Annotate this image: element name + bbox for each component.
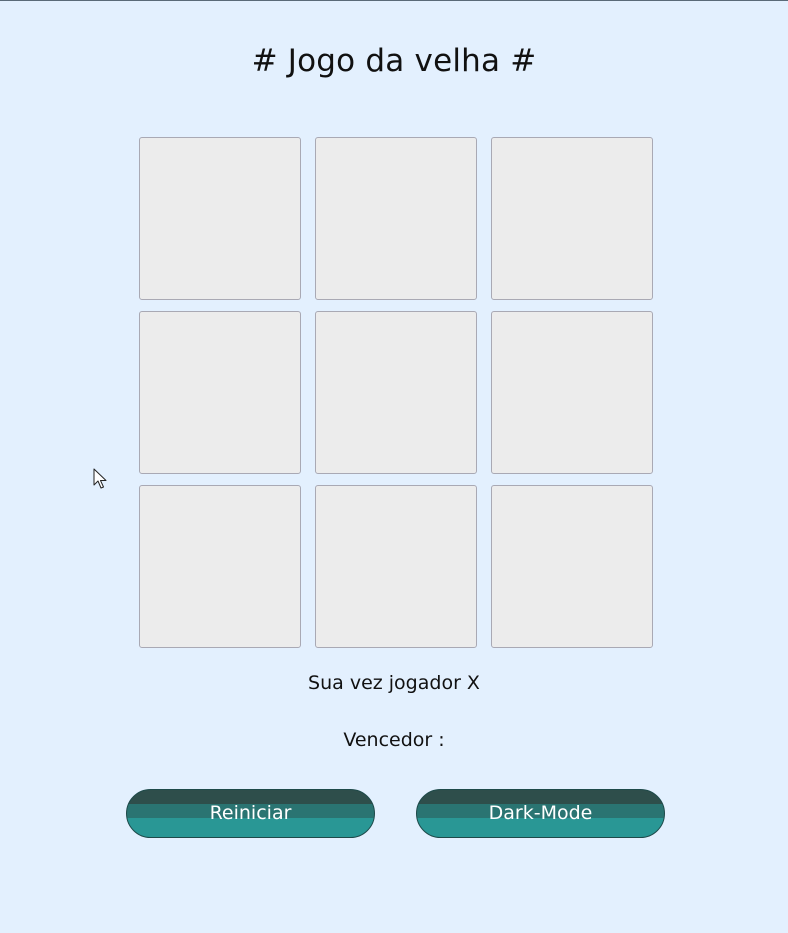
board-cell-1[interactable]: [139, 137, 301, 300]
winner-label: Vencedor :: [343, 729, 445, 751]
board-cell-2[interactable]: [315, 137, 477, 300]
board-cell-7[interactable]: [139, 485, 301, 648]
page-title: # Jogo da velha #: [251, 43, 537, 79]
mouse-pointer-icon: [93, 468, 107, 489]
restart-button[interactable]: Reiniciar: [126, 789, 375, 838]
dark-mode-button[interactable]: Dark-Mode: [416, 789, 665, 838]
board-cell-4[interactable]: [139, 311, 301, 474]
game-board: [139, 137, 653, 648]
board-cell-9[interactable]: [491, 485, 653, 648]
board-cell-5[interactable]: [315, 311, 477, 474]
board-cell-3[interactable]: [491, 137, 653, 300]
board-cell-6[interactable]: [491, 311, 653, 474]
turn-indicator: Sua vez jogador X: [308, 672, 480, 694]
board-cell-8[interactable]: [315, 485, 477, 648]
